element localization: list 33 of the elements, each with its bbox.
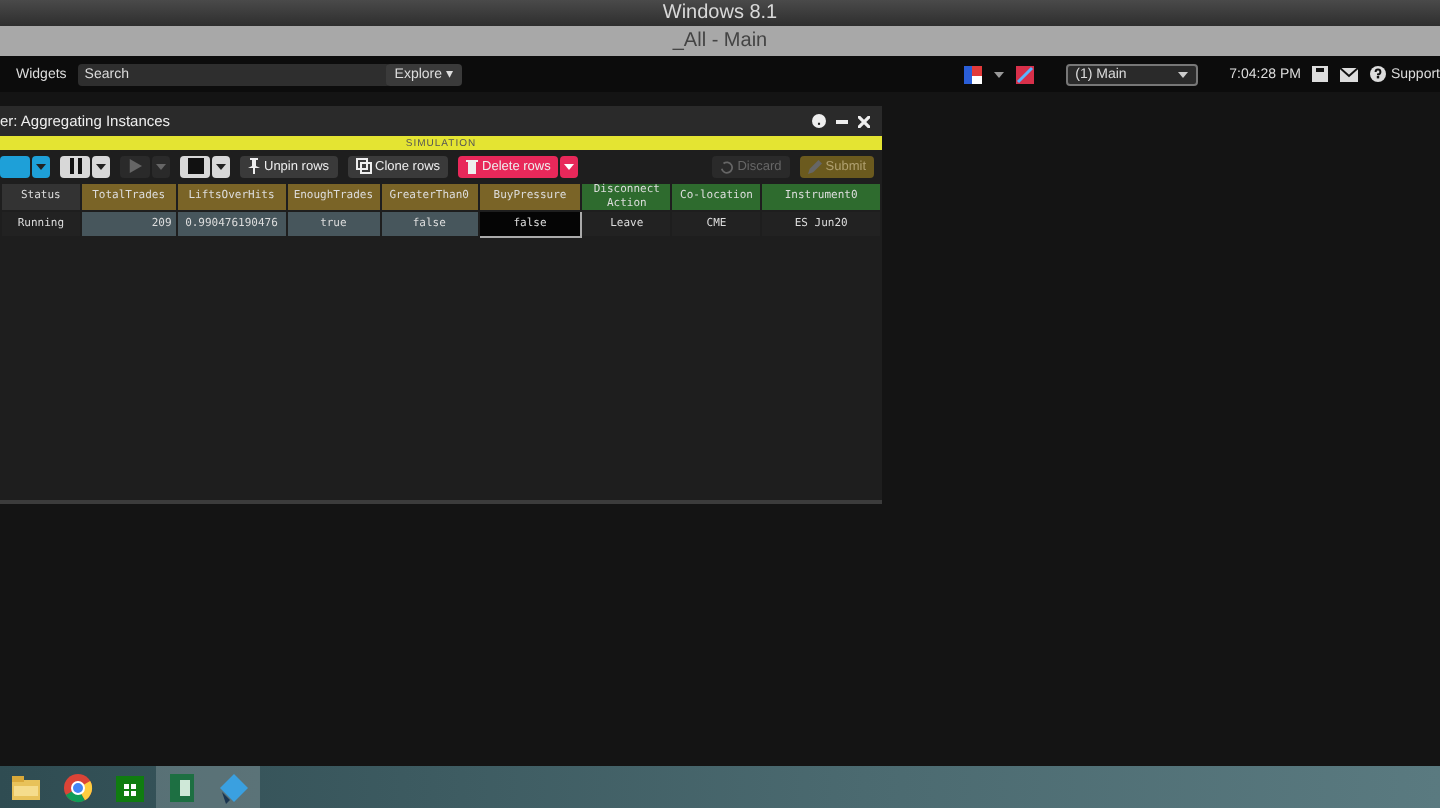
copy-icon <box>355 158 372 174</box>
caret-icon <box>156 163 166 169</box>
play-icon <box>128 158 142 174</box>
caret-icon <box>216 163 226 169</box>
stop-button[interactable] <box>180 155 210 177</box>
trash-icon <box>466 158 479 174</box>
pencil-icon <box>807 159 822 173</box>
dropdown-button[interactable] <box>212 155 230 177</box>
minimize-icon[interactable] <box>836 119 848 123</box>
spreadsheet-icon[interactable] <box>170 773 194 801</box>
save-icon[interactable] <box>1312 66 1329 82</box>
pause-button[interactable] <box>60 155 90 177</box>
undo-icon <box>719 159 734 173</box>
window-subtitle: _All - Main <box>0 26 1440 56</box>
caret-icon <box>1177 71 1188 77</box>
dropdown-button[interactable] <box>32 155 50 177</box>
caret-icon <box>993 71 1004 77</box>
stop-icon <box>187 158 203 174</box>
browser-icon[interactable] <box>64 773 93 802</box>
pin-icon <box>248 158 260 174</box>
dropdown-button[interactable] <box>92 155 110 177</box>
color-grid-icon[interactable] <box>963 65 982 83</box>
caret-icon <box>564 163 575 169</box>
mail-icon[interactable] <box>1340 67 1359 81</box>
caret-icon <box>36 163 46 169</box>
folder-icon[interactable] <box>12 775 40 799</box>
pause-icon <box>67 158 83 174</box>
mode-button[interactable] <box>0 155 30 177</box>
diamond-icon[interactable] <box>220 773 248 803</box>
window-title: Windows 8.1 <box>0 0 1440 26</box>
dropdown-button[interactable] <box>560 155 579 177</box>
close-icon[interactable] <box>858 115 870 127</box>
caret-icon <box>96 163 106 169</box>
